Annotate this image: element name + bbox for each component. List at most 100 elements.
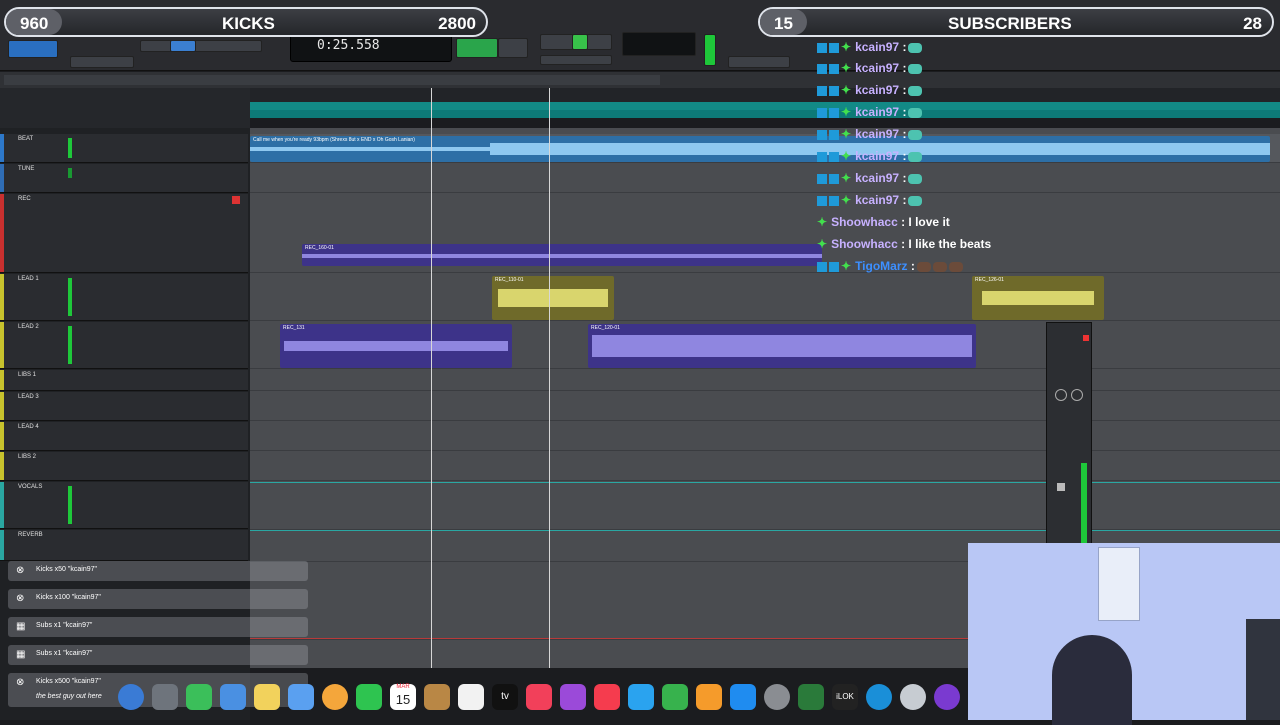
track-name[interactable]: REC (18, 196, 31, 202)
grid-buttons[interactable] (70, 56, 134, 68)
pro-tools-icon[interactable] (798, 684, 824, 710)
track-name[interactable]: LEAD 4 (18, 424, 39, 430)
track-name[interactable]: BEAT (18, 136, 33, 142)
avid-link-icon[interactable] (934, 684, 960, 710)
subs-label: SUBSCRIBERS (948, 14, 1072, 33)
track-name[interactable]: LIBS 2 (18, 454, 36, 460)
count-off-display[interactable] (622, 32, 696, 56)
track-meter (68, 326, 72, 364)
pan-knob-icon[interactable] (1055, 389, 1067, 401)
podcasts-icon[interactable] (560, 684, 586, 710)
track-name[interactable]: LIBS 1 (18, 372, 36, 378)
cursor-display[interactable] (498, 38, 528, 58)
mail-icon[interactable] (220, 684, 246, 710)
emote-icon (908, 173, 923, 184)
chat-message: ✦ kcain97 : (817, 61, 923, 81)
audio-clip[interactable]: REC_160-01 (302, 244, 822, 266)
clip-waveform (284, 341, 508, 351)
track-lane[interactable] (250, 452, 1280, 481)
playhead[interactable] (549, 88, 550, 668)
app-store-icon[interactable] (730, 684, 756, 710)
zoom-buttons[interactable] (728, 56, 790, 68)
shuttle-buttons[interactable] (540, 55, 612, 65)
chat-separator: : (899, 149, 907, 163)
audio-clip[interactable]: REC_126-01 (972, 276, 1104, 320)
finder-icon[interactable] (118, 684, 144, 710)
track-lane[interactable]: Call me when you're ready 93bpm (Shrexs … (250, 134, 1280, 163)
track-header[interactable]: LEAD 4 (0, 422, 248, 451)
chat-message: ✦ kcain97 : (817, 127, 923, 147)
audio-clip[interactable]: Call me when you're ready 93bpm (Shrexs … (250, 136, 1270, 162)
track-lane[interactable] (250, 392, 1280, 421)
track-name[interactable]: LEAD 3 (18, 394, 39, 400)
track-name[interactable]: LEAD 2 (18, 324, 39, 330)
track-header[interactable]: REVERB (0, 530, 248, 561)
track-name[interactable]: REVERB (18, 532, 43, 538)
universe-view[interactable] (0, 72, 1280, 88)
track-name[interactable]: LEAD 1 (18, 276, 39, 282)
track-name[interactable]: TUNE (18, 166, 34, 172)
track-meter (68, 138, 72, 158)
track-header[interactable]: TUNE (0, 164, 248, 193)
mixer-strip[interactable] (1046, 322, 1092, 546)
record-arm-button[interactable] (232, 196, 240, 204)
track-lane[interactable]: REC_160-01 (250, 194, 1280, 273)
track-lane[interactable]: REC_131 REC_120-01 (250, 322, 1280, 369)
track-header[interactable]: LEAD 2 (0, 322, 248, 369)
track-header[interactable]: LIBS 1 (0, 370, 248, 391)
pages-icon[interactable] (696, 684, 722, 710)
track-header[interactable]: LEAD 3 (0, 392, 248, 421)
badge-icon (817, 63, 827, 74)
reminders-icon[interactable] (458, 684, 484, 710)
track-header[interactable]: LEAD 1 (0, 274, 248, 321)
obs-icon[interactable] (866, 684, 892, 710)
record-icon[interactable] (1083, 335, 1089, 341)
music-icon[interactable] (526, 684, 552, 710)
numbers-icon[interactable] (662, 684, 688, 710)
chat-message: ✦ kcain97 : (817, 105, 923, 125)
timeline-ruler[interactable] (250, 88, 1280, 103)
audio-clip[interactable]: REC_110-01 (492, 276, 614, 320)
tool-buttons[interactable] (140, 40, 262, 52)
audio-clip[interactable]: REC_131 (280, 324, 512, 368)
contacts-icon[interactable] (424, 684, 450, 710)
notes-icon[interactable] (254, 684, 280, 710)
master-meter (704, 34, 716, 66)
alert-notification: ▦ Subs x1 "kcain97" (8, 645, 308, 665)
launchpad-icon[interactable] (152, 684, 178, 710)
preview-icon[interactable] (288, 684, 314, 710)
track-lane[interactable] (250, 422, 1280, 451)
alert-notification: ⊗ Kicks x100 "kcain97" (8, 589, 308, 609)
tv-icon[interactable]: tv (492, 684, 518, 710)
settings-icon[interactable] (764, 684, 790, 710)
utility-icon[interactable] (900, 684, 926, 710)
track-name[interactable]: VOCALS (18, 484, 42, 490)
track-header[interactable]: BEAT (0, 134, 248, 163)
track-header[interactable]: LIBS 2 (0, 452, 248, 481)
photos-icon[interactable] (322, 684, 348, 710)
keynote-icon[interactable] (628, 684, 654, 710)
ilok-icon[interactable]: iLOK (832, 684, 858, 710)
universe-visible-range[interactable] (4, 75, 660, 85)
trim-tool-button[interactable] (170, 40, 196, 52)
edit-mode-button[interactable] (8, 40, 58, 58)
volume-fader[interactable] (1057, 483, 1065, 491)
main-counter[interactable]: 0:25.558 (290, 34, 452, 62)
audio-clip[interactable]: REC_120-01 (588, 324, 976, 368)
sub-badge-icon (829, 261, 839, 272)
track-header[interactable]: REC (0, 194, 248, 273)
track-lane[interactable]: REC_110-01 REC_126-01 (250, 274, 1280, 321)
x-icon: ⊗ (16, 677, 25, 688)
news-icon[interactable] (594, 684, 620, 710)
calendar-icon[interactable]: MAR 15 (390, 684, 416, 710)
nudge-display[interactable] (456, 38, 498, 58)
messages-icon[interactable] (186, 684, 212, 710)
facetime-icon[interactable] (356, 684, 382, 710)
pan-knob-icon[interactable] (1071, 389, 1083, 401)
track-lane[interactable] (250, 370, 1280, 391)
track-lane[interactable] (250, 482, 1280, 530)
track-lane[interactable] (250, 164, 1280, 193)
play-button[interactable] (572, 34, 588, 50)
meter-ruler[interactable] (250, 110, 1280, 118)
track-header[interactable]: VOCALS (0, 482, 248, 529)
